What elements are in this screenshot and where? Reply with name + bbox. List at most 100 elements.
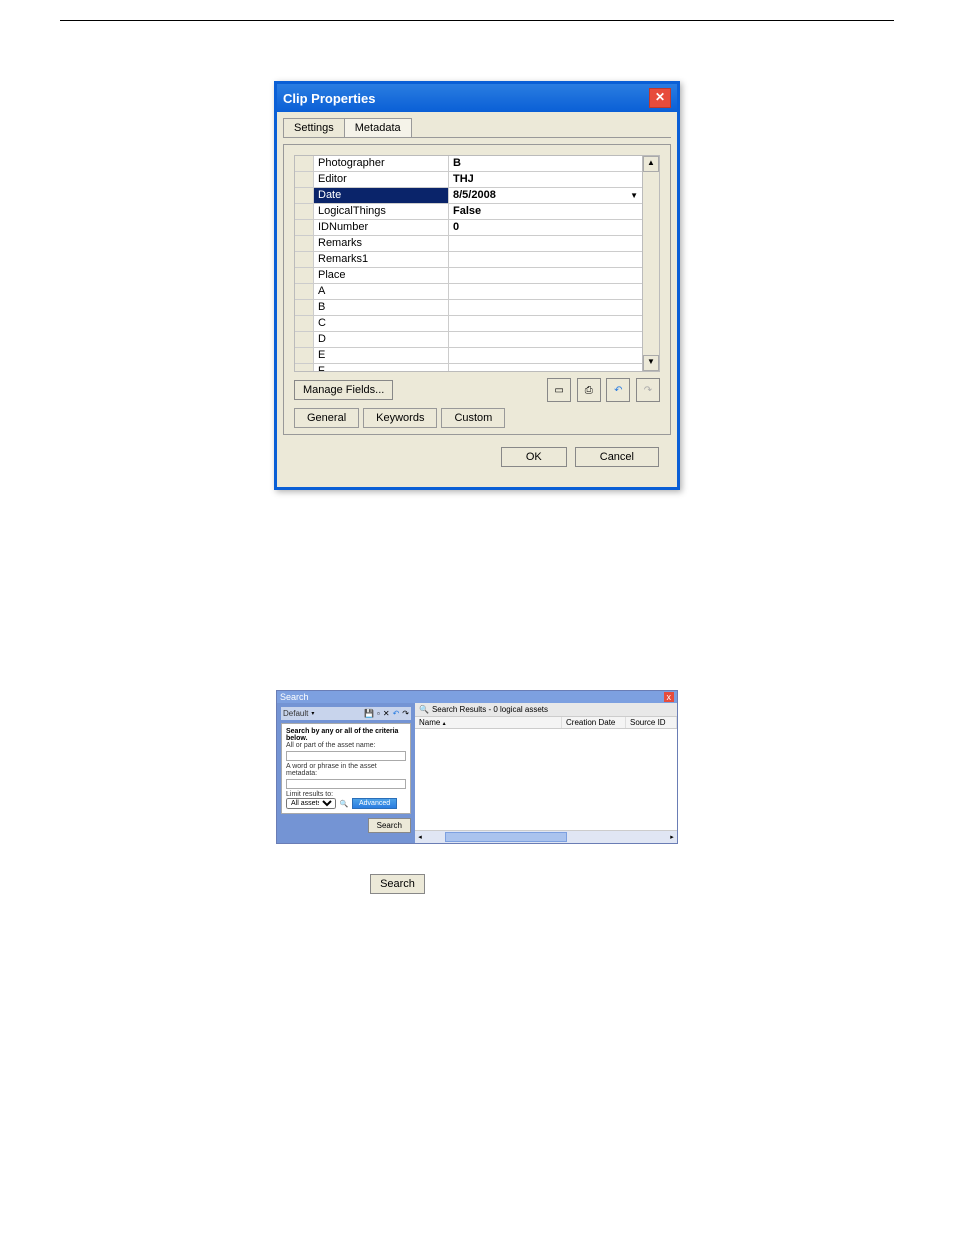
field-value[interactable] <box>449 348 642 363</box>
metadata-row[interactable]: E <box>295 348 642 364</box>
search-results-pane: 🔍 Search Results - 0 logical assets Name… <box>415 703 677 843</box>
col-date[interactable]: Creation Date <box>562 717 626 728</box>
field-value[interactable]: THJ <box>449 172 642 187</box>
scroll-right-icon[interactable]: ▸ <box>667 833 677 841</box>
advanced-button[interactable]: Advanced <box>352 798 397 809</box>
field-value[interactable]: 8/5/2008▼ <box>449 188 642 203</box>
page-divider <box>60 20 894 21</box>
horizontal-scrollbar[interactable]: ◂ ▸ <box>415 830 677 843</box>
main-tabs: Settings Metadata <box>283 118 671 138</box>
tab-metadata[interactable]: Metadata <box>344 118 412 137</box>
field-value[interactable] <box>449 268 642 283</box>
magnifier-icon: 🔍 <box>339 799 349 809</box>
scroll-down-icon[interactable]: ▼ <box>643 355 659 371</box>
clip-properties-dialog: Clip Properties ✕ Settings Metadata Phot… <box>274 81 680 490</box>
inline-search-button[interactable]: Search <box>370 874 425 894</box>
col-source[interactable]: Source ID <box>626 717 677 728</box>
new-icon[interactable]: ▫ <box>377 709 380 718</box>
subtab-keywords[interactable]: Keywords <box>363 408 437 428</box>
undo-icon[interactable]: ↶ <box>606 378 630 402</box>
field-value[interactable]: False <box>449 204 642 219</box>
row-handle <box>295 284 314 299</box>
metadata-row[interactable]: B <box>295 300 642 316</box>
undo-small-icon[interactable]: ↶ <box>393 709 400 718</box>
metadata-row[interactable]: IDNumber0 <box>295 220 642 236</box>
search-left-pane: Default ▾ 💾 ▫ ✕ ↶ ↷ Search by any or all… <box>277 703 415 843</box>
metadata-row[interactable]: Date8/5/2008▼ <box>295 188 642 204</box>
metadata-row[interactable]: Place <box>295 268 642 284</box>
results-title: Search Results - 0 logical assets <box>432 705 548 714</box>
search-title: Search <box>280 692 309 702</box>
field-value[interactable]: 0 <box>449 220 642 235</box>
vertical-scrollbar[interactable]: ▲ ▼ <box>642 156 659 371</box>
metadata-row[interactable]: A <box>295 284 642 300</box>
del-icon[interactable]: ✕ <box>383 709 390 718</box>
asset-meta-input[interactable] <box>286 779 406 789</box>
row-handle <box>295 252 314 267</box>
title-bar: Clip Properties ✕ <box>277 84 677 112</box>
metadata-row[interactable]: PhotographerB <box>295 156 642 172</box>
field-name: Editor <box>314 172 449 187</box>
row-handle <box>295 300 314 315</box>
field-value[interactable] <box>449 364 642 371</box>
scroll-thumb[interactable] <box>445 832 567 842</box>
row-handle <box>295 236 314 251</box>
subtab-custom[interactable]: Custom <box>441 408 505 428</box>
redo-small-icon[interactable]: ↷ <box>402 709 409 718</box>
search-title-bar: Search x <box>277 691 677 703</box>
field-value[interactable] <box>449 252 642 267</box>
metadata-row[interactable]: LogicalThingsFalse <box>295 204 642 220</box>
name-label: All or part of the asset name: <box>286 742 406 749</box>
scroll-left-icon[interactable]: ◂ <box>415 833 425 841</box>
results-icon: 🔍 <box>419 705 429 714</box>
metadata-row[interactable]: Remarks1 <box>295 252 642 268</box>
asset-name-input[interactable] <box>286 751 406 761</box>
search-button[interactable]: Search <box>368 818 411 833</box>
metadata-row[interactable]: D <box>295 332 642 348</box>
field-value[interactable] <box>449 300 642 315</box>
metadata-panel: PhotographerBEditorTHJDate8/5/2008▼Logic… <box>283 144 671 435</box>
redo-icon[interactable]: ↷ <box>636 378 660 402</box>
field-name: A <box>314 284 449 299</box>
field-value[interactable]: B <box>449 156 642 171</box>
tab-settings[interactable]: Settings <box>283 118 345 137</box>
dropdown-arrow-icon[interactable]: ▼ <box>630 188 638 203</box>
metadata-row[interactable]: Remarks <box>295 236 642 252</box>
scroll-up-icon[interactable]: ▲ <box>643 156 659 172</box>
field-value[interactable] <box>449 284 642 299</box>
field-value[interactable] <box>449 236 642 251</box>
field-name: Remarks1 <box>314 252 449 267</box>
print-icon[interactable]: ⎙ <box>577 378 601 402</box>
meta-label: A word or phrase in the asset metadata: <box>286 763 406 777</box>
page-icon[interactable]: ▭ <box>547 378 571 402</box>
cancel-button[interactable]: Cancel <box>575 447 659 467</box>
metadata-row[interactable]: EditorTHJ <box>295 172 642 188</box>
field-name: D <box>314 332 449 347</box>
subtab-general[interactable]: General <box>294 408 359 428</box>
field-name: Place <box>314 268 449 283</box>
field-name: C <box>314 316 449 331</box>
ok-button[interactable]: OK <box>501 447 567 467</box>
default-dropdown[interactable]: Default <box>283 709 308 718</box>
field-value[interactable] <box>449 332 642 347</box>
limit-select[interactable]: All assets <box>286 798 336 809</box>
metadata-row[interactable]: C <box>295 316 642 332</box>
field-name: E <box>314 348 449 363</box>
criteria-title: Search by any or all of the criteria bel… <box>286 728 406 742</box>
save-icon[interactable]: 💾 <box>364 709 374 718</box>
row-handle <box>295 332 314 347</box>
results-header: 🔍 Search Results - 0 logical assets <box>415 703 677 717</box>
field-name: Photographer <box>314 156 449 171</box>
dialog-title: Clip Properties <box>283 91 375 106</box>
results-columns: Name ▴ Creation Date Source ID <box>415 717 677 729</box>
row-handle <box>295 220 314 235</box>
search-close-icon[interactable]: x <box>664 692 675 702</box>
limit-label: Limit results to: <box>286 791 406 798</box>
field-name: B <box>314 300 449 315</box>
metadata-row[interactable]: F <box>295 364 642 371</box>
close-icon[interactable]: ✕ <box>649 88 671 108</box>
manage-fields-button[interactable]: Manage Fields... <box>294 380 393 400</box>
field-value[interactable] <box>449 316 642 331</box>
row-handle <box>295 316 314 331</box>
col-name[interactable]: Name ▴ <box>415 717 562 728</box>
